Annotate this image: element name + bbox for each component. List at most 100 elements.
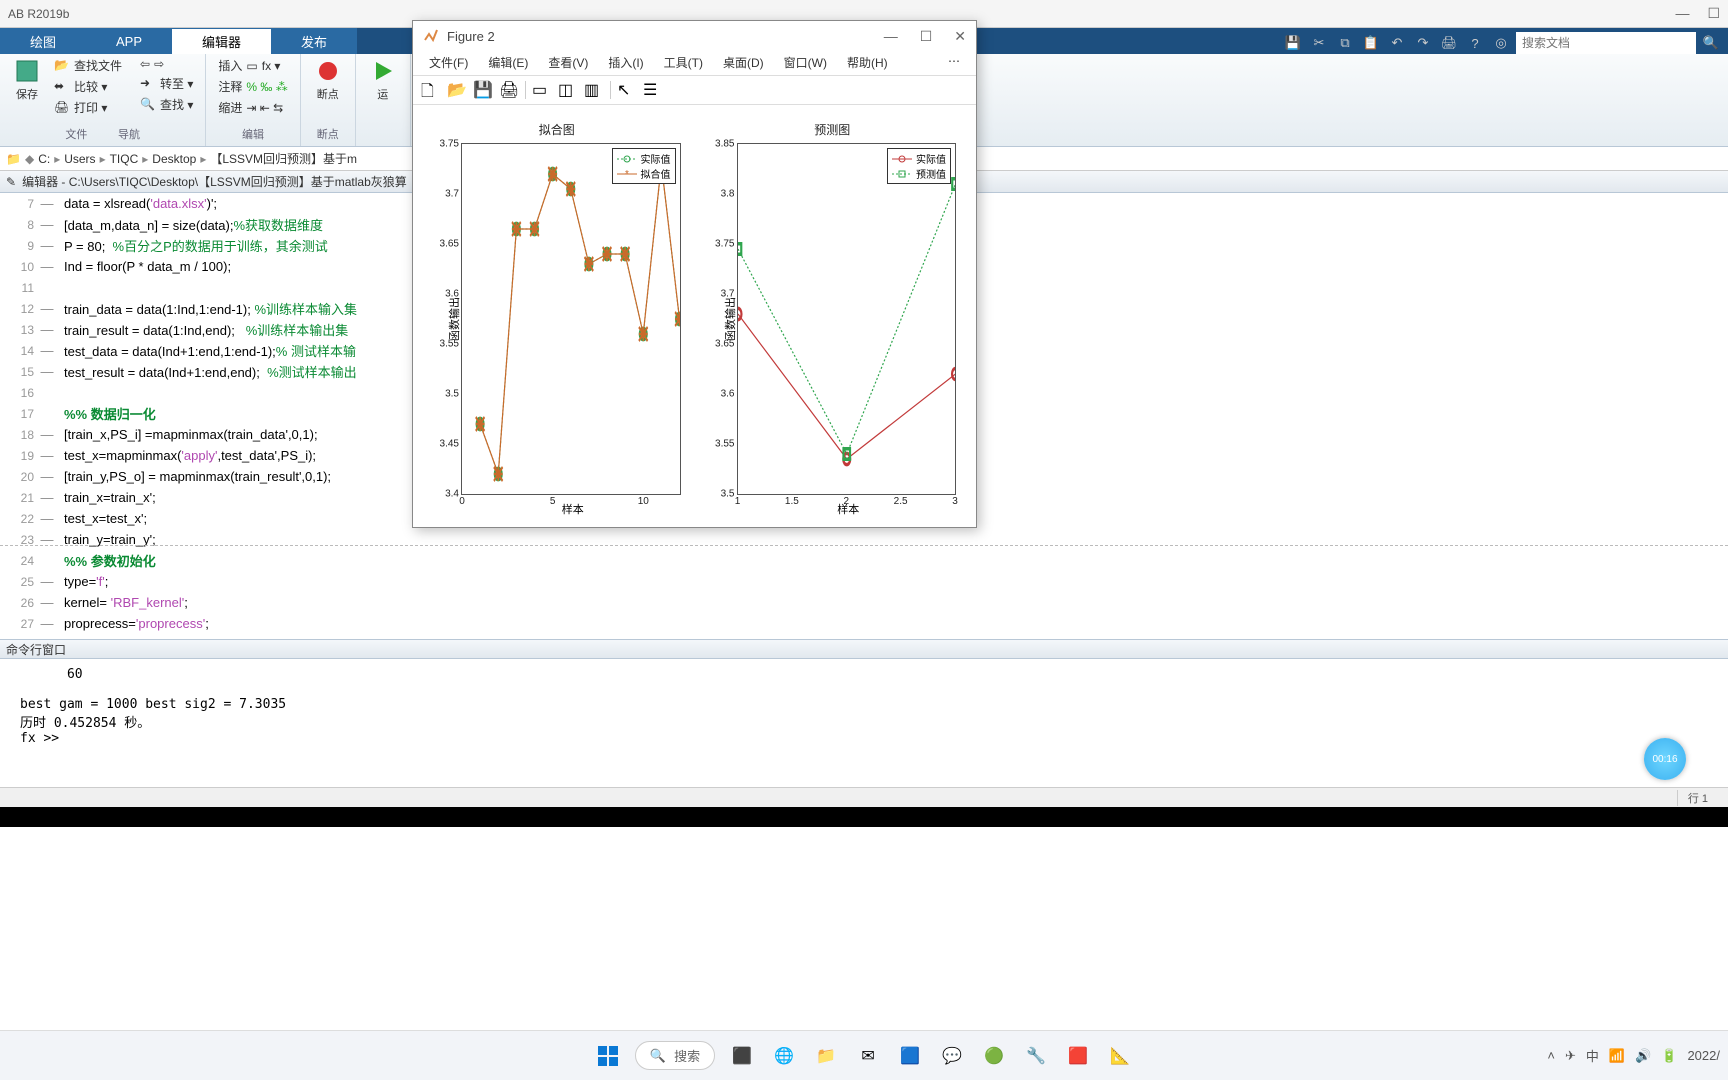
save-button[interactable]: 保存 bbox=[10, 56, 44, 117]
goto-button[interactable]: ➜转至 ▾ bbox=[138, 74, 195, 93]
goto-icon: ➜ bbox=[140, 76, 156, 92]
matlab-icon[interactable]: 📐 bbox=[1105, 1041, 1135, 1071]
nav-back-button[interactable]: ⇦ ⇨ bbox=[138, 56, 195, 72]
run-button[interactable]: 运 bbox=[366, 56, 400, 104]
taskview-icon[interactable]: ⬛ bbox=[727, 1041, 757, 1071]
menu-insert[interactable]: 插入(I) bbox=[598, 51, 653, 75]
code-line[interactable]: 24%% 参数初始化 bbox=[0, 550, 1728, 571]
save-icon[interactable]: 💾 bbox=[473, 80, 493, 100]
insert-button[interactable]: 插入 ▭ fx ▾ bbox=[216, 56, 289, 75]
wechat-icon[interactable]: 💬 bbox=[937, 1041, 967, 1071]
wifi-icon[interactable]: 📶 bbox=[1609, 1048, 1625, 1064]
menu-window[interactable]: 窗口(W) bbox=[774, 51, 837, 75]
code-line[interactable]: 23—train_y=train_y'; bbox=[0, 529, 1728, 550]
taskbar-search[interactable]: 🔍搜索 bbox=[635, 1041, 715, 1070]
print-icon[interactable]: 🖨 bbox=[1438, 32, 1460, 54]
menu-desktop[interactable]: 桌面(D) bbox=[713, 51, 774, 75]
command-window[interactable]: 60 best gam = 1000 best sig2 = 7.3035 历时… bbox=[0, 659, 1728, 787]
minimize-icon[interactable]: — bbox=[1675, 5, 1689, 22]
system-tray[interactable]: ˄ ✈ 中 📶 🔊 🔋 2022/ bbox=[1547, 1046, 1720, 1065]
compare-icon: ⬌ bbox=[54, 79, 70, 95]
findfiles-button[interactable]: 📂查找文件 bbox=[52, 56, 124, 75]
section-icon: ▭ bbox=[246, 59, 257, 73]
indent-button[interactable]: 缩进 ⇥ ⇤ ⇆ bbox=[216, 98, 289, 117]
find-button[interactable]: 🔍查找 ▾ bbox=[138, 95, 195, 114]
code-line[interactable]: 26—kernel= 'RBF_kernel'; bbox=[0, 592, 1728, 613]
print-icon[interactable]: 🖨 bbox=[499, 80, 519, 100]
windows-taskbar: 🔍搜索 ⬛ 🌐 📁 ✉ 🟦 💬 🟢 🔧 🟥 📐 ˄ ✈ 中 📶 🔊 🔋 2022… bbox=[0, 1030, 1728, 1080]
edge-icon[interactable]: 🌐 bbox=[769, 1041, 799, 1071]
link-icon[interactable]: ◫ bbox=[558, 80, 578, 100]
redo-icon[interactable]: ↷ bbox=[1412, 32, 1434, 54]
cut-icon[interactable]: ✂ bbox=[1308, 32, 1330, 54]
ime-icon[interactable]: 中 bbox=[1586, 1046, 1599, 1065]
tool-icon[interactable]: 🔧 bbox=[1021, 1041, 1051, 1071]
legend[interactable]: 实际值*拟合值 bbox=[612, 148, 676, 184]
colorbar-icon[interactable]: ▥ bbox=[584, 80, 604, 100]
legend[interactable]: 实际值预测值 bbox=[887, 148, 951, 184]
status-bar: 行 1 bbox=[0, 787, 1728, 807]
crumb[interactable]: Desktop bbox=[152, 152, 196, 166]
location-icon[interactable]: ✈ bbox=[1565, 1048, 1576, 1064]
fig-minimize-icon[interactable]: — bbox=[884, 28, 898, 45]
tab-app[interactable]: APP bbox=[86, 28, 172, 54]
target-icon[interactable]: ◎ bbox=[1490, 32, 1512, 54]
figure-titlebar[interactable]: Figure 2 — ☐ ✕ bbox=[413, 21, 976, 51]
copy-icon[interactable]: ⧉ bbox=[1334, 32, 1356, 54]
compare-button[interactable]: ⬌比较 ▾ bbox=[52, 77, 124, 96]
menu-more-icon[interactable]: ⋯ bbox=[938, 51, 970, 75]
save-icon bbox=[14, 58, 40, 84]
tab-editor[interactable]: 编辑器 bbox=[172, 28, 271, 54]
legend-icon[interactable]: ☰ bbox=[643, 80, 663, 100]
crumb[interactable]: Users bbox=[64, 152, 95, 166]
paste-icon[interactable]: 📋 bbox=[1360, 32, 1382, 54]
plot: 预测图函数输出3.53.553.63.653.73.753.83.8511.52… bbox=[705, 121, 961, 517]
crumb[interactable]: 【LSSVM回归预测】基于m bbox=[210, 150, 357, 167]
volume-icon[interactable]: 🔊 bbox=[1635, 1048, 1651, 1064]
search-icon[interactable]: 🔍 bbox=[1700, 32, 1722, 54]
print-button[interactable]: 🖨打印 ▾ bbox=[52, 98, 124, 117]
tab-publish[interactable]: 发布 bbox=[271, 28, 357, 54]
fig-maximize-icon[interactable]: ☐ bbox=[920, 28, 933, 45]
code-line[interactable]: 27—proprecess='proprecess'; bbox=[0, 613, 1728, 634]
app2-icon[interactable]: 🟥 bbox=[1063, 1041, 1093, 1071]
arrow-left-icon: ⇦ bbox=[140, 57, 150, 71]
svg-text:*: * bbox=[625, 169, 629, 179]
search-doc-input[interactable] bbox=[1516, 32, 1696, 54]
chevron-up-icon[interactable]: ˄ bbox=[1547, 1048, 1555, 1063]
maximize-icon[interactable]: ☐ bbox=[1707, 5, 1720, 22]
new-figure-icon[interactable]: 🗋 bbox=[421, 80, 441, 100]
pointer-icon[interactable]: ↖ bbox=[617, 80, 637, 100]
commandwindow-header: 命令行窗口 bbox=[0, 639, 1728, 659]
figure-window[interactable]: Figure 2 — ☐ ✕ 文件(F) 编辑(E) 查看(V) 插入(I) 工… bbox=[412, 20, 977, 528]
screen-recorder-timer[interactable]: 00:16 bbox=[1644, 738, 1686, 780]
code-line[interactable]: 25—type='f'; bbox=[0, 571, 1728, 592]
undo-icon[interactable]: ↶ bbox=[1386, 32, 1408, 54]
app-title: AB R2019b bbox=[8, 7, 69, 21]
open-icon[interactable]: 📂 bbox=[447, 80, 467, 100]
start-button[interactable] bbox=[593, 1041, 623, 1071]
arrow-right-icon: ⇨ bbox=[154, 57, 164, 71]
figure-toolbar: 🗋 📂 💾 🖨 ▭ ◫ ▥ ↖ ☰ bbox=[413, 75, 976, 105]
breakpoint-button[interactable]: 断点 bbox=[311, 56, 345, 104]
comment-button[interactable]: 注释 % ‰ ⁂ bbox=[216, 77, 289, 96]
menu-view[interactable]: 查看(V) bbox=[538, 51, 598, 75]
browser-icon[interactable]: 🟢 bbox=[979, 1041, 1009, 1071]
pencil-icon: ✎ bbox=[6, 175, 16, 189]
fig-close-icon[interactable]: ✕ bbox=[954, 28, 966, 45]
battery-icon[interactable]: 🔋 bbox=[1661, 1048, 1677, 1064]
explorer-icon[interactable]: 📁 bbox=[811, 1041, 841, 1071]
crumb[interactable]: C: bbox=[38, 152, 50, 166]
crumb[interactable]: TIQC bbox=[110, 152, 139, 166]
mail-icon[interactable]: ✉ bbox=[853, 1041, 883, 1071]
app-icon[interactable]: 🟦 bbox=[895, 1041, 925, 1071]
help-icon[interactable]: ? bbox=[1464, 32, 1486, 54]
save-icon[interactable]: 💾 bbox=[1282, 32, 1304, 54]
tab-plot[interactable]: 绘图 bbox=[0, 28, 86, 54]
clock[interactable]: 2022/ bbox=[1687, 1048, 1720, 1063]
menu-tools[interactable]: 工具(T) bbox=[654, 51, 713, 75]
menu-help[interactable]: 帮助(H) bbox=[837, 51, 898, 75]
datacursor-icon[interactable]: ▭ bbox=[532, 80, 552, 100]
menu-edit[interactable]: 编辑(E) bbox=[478, 51, 538, 75]
menu-file[interactable]: 文件(F) bbox=[419, 51, 478, 75]
